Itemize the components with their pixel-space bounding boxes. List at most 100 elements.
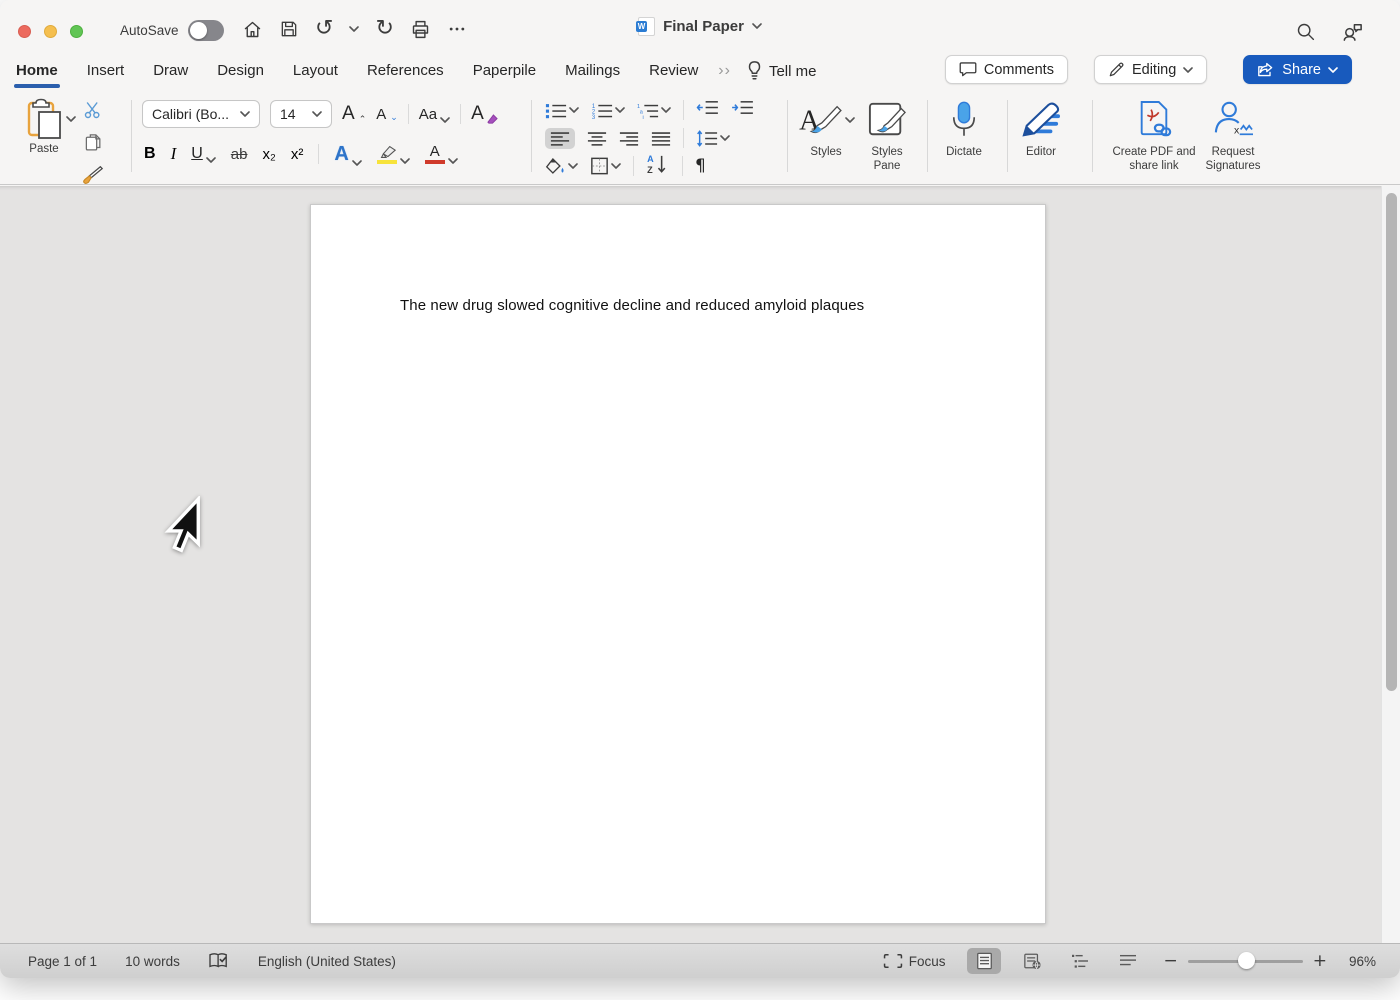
bullets-button[interactable] — [545, 102, 579, 119]
change-case-button[interactable]: Aa — [419, 106, 450, 123]
zoom-level[interactable]: 96% — [1349, 954, 1376, 969]
word-count[interactable]: 10 words — [125, 954, 180, 969]
tab-home[interactable]: Home — [16, 62, 58, 81]
decrease-indent-button[interactable] — [696, 99, 719, 121]
home-icon[interactable] — [242, 19, 263, 40]
proofing-status-icon[interactable] — [208, 952, 230, 970]
autosave-toggle[interactable] — [188, 20, 224, 41]
close-button[interactable] — [18, 25, 31, 38]
align-center-button[interactable] — [587, 131, 607, 146]
titlebar: AutoSave ↺ ↻ W Final Paper — [0, 0, 1400, 52]
multilevel-list-button[interactable]: 1ai — [637, 102, 671, 119]
outline-view-button[interactable] — [1063, 948, 1097, 974]
page-count[interactable]: Page 1 of 1 — [28, 954, 97, 969]
font-color-button[interactable]: A — [425, 144, 458, 164]
underline-dropdown-icon[interactable] — [206, 157, 216, 163]
tell-me-control[interactable]: Tell me — [747, 61, 817, 81]
presence-feedback-icon[interactable] — [1341, 20, 1364, 48]
highlight-button[interactable] — [377, 145, 410, 164]
vertical-scrollbar[interactable] — [1381, 186, 1400, 943]
numbering-button[interactable]: 123 — [591, 102, 625, 119]
comments-button[interactable]: Comments — [945, 55, 1068, 84]
dictate-button[interactable]: Dictate — [933, 99, 995, 159]
request-signatures-button[interactable]: x Request Signatures — [1190, 99, 1276, 174]
styles-button[interactable]: A Styles — [797, 99, 855, 159]
editing-mode-button[interactable]: Editing — [1094, 55, 1207, 84]
shading-button[interactable] — [545, 157, 578, 175]
document-title[interactable]: Final Paper — [663, 18, 744, 35]
copy-icon[interactable] — [84, 132, 103, 157]
tab-mailings[interactable]: Mailings — [565, 62, 620, 81]
zoom-in-button[interactable]: + — [1313, 951, 1327, 971]
line-spacing-button[interactable] — [696, 130, 730, 147]
focus-button[interactable]: Focus — [883, 953, 946, 969]
paste-icon — [24, 98, 64, 142]
zoom-control: − + 96% — [1163, 951, 1376, 971]
font-name-select[interactable]: Calibri (Bo... — [142, 100, 260, 128]
tab-paperpile[interactable]: Paperpile — [473, 62, 536, 81]
zoom-slider[interactable] — [1188, 953, 1303, 969]
title-dropdown-icon[interactable] — [752, 23, 762, 29]
web-layout-view-button[interactable] — [1015, 948, 1049, 974]
clear-formatting-button[interactable]: A — [471, 103, 498, 125]
tab-references[interactable]: References — [367, 62, 444, 81]
tab-insert[interactable]: Insert — [87, 62, 125, 81]
increase-indent-button[interactable] — [731, 99, 754, 121]
justify-button[interactable] — [651, 131, 671, 146]
underline-button[interactable]: U — [191, 145, 216, 163]
shrink-font-button[interactable]: A⌄ — [376, 106, 398, 123]
cut-icon[interactable] — [83, 100, 103, 125]
paste-label: Paste — [29, 142, 58, 156]
draft-view-button[interactable] — [1111, 948, 1145, 974]
save-icon[interactable] — [279, 19, 299, 39]
align-right-button[interactable] — [619, 131, 639, 146]
zoom-out-button[interactable]: − — [1163, 951, 1177, 971]
autosave-label: AutoSave — [120, 23, 179, 38]
language-selector[interactable]: English (United States) — [258, 954, 396, 969]
editor-button[interactable]: Editor — [1012, 99, 1070, 159]
tab-overflow-icon[interactable]: ›› — [718, 62, 731, 80]
scrollbar-thumb[interactable] — [1386, 193, 1397, 691]
svg-text:Z: Z — [647, 165, 653, 174]
highlighter-icon — [377, 145, 397, 159]
svg-text:i: i — [643, 114, 644, 118]
grow-font-button[interactable]: A⌃ — [342, 103, 366, 125]
minimize-button[interactable] — [44, 25, 57, 38]
document-body-text[interactable]: The new drug slowed cognitive decline an… — [400, 295, 960, 317]
maximize-button[interactable] — [70, 25, 83, 38]
redo-icon[interactable]: ↻ — [375, 18, 393, 40]
print-layout-view-button[interactable] — [967, 948, 1001, 974]
font-size-value: 14 — [280, 106, 296, 122]
borders-button[interactable] — [590, 157, 621, 175]
align-left-button[interactable] — [545, 128, 575, 149]
undo-dropdown-icon[interactable] — [349, 26, 359, 32]
undo-icon[interactable]: ↺ — [315, 18, 333, 40]
strikethrough-button[interactable]: ab — [231, 146, 248, 163]
font-size-select[interactable]: 14 — [270, 100, 332, 128]
tab-review[interactable]: Review — [649, 62, 698, 81]
text-effects-button[interactable]: A — [334, 143, 361, 166]
lightbulb-icon — [747, 61, 762, 81]
paste-button[interactable]: Paste — [24, 98, 64, 156]
print-icon[interactable] — [410, 19, 431, 40]
document-page[interactable]: The new drug slowed cognitive decline an… — [310, 204, 1046, 924]
subscript-button[interactable]: x₂ — [262, 146, 275, 163]
italic-button[interactable]: I — [171, 144, 177, 164]
sort-button[interactable]: AZ — [646, 154, 670, 179]
tab-design[interactable]: Design — [217, 62, 264, 81]
paragraph-group: 123 1ai — [545, 98, 780, 182]
editing-label: Editing — [1132, 62, 1176, 78]
more-commands-icon[interactable] — [447, 19, 467, 39]
zoom-slider-thumb[interactable] — [1238, 952, 1255, 969]
show-paragraph-marks-button[interactable]: ¶ — [695, 156, 706, 176]
superscript-button[interactable]: x² — [291, 146, 304, 163]
tab-draw[interactable]: Draw — [153, 62, 188, 81]
paste-dropdown-icon[interactable] — [66, 116, 76, 122]
tab-layout[interactable]: Layout — [293, 62, 338, 81]
bold-button[interactable]: B — [144, 145, 156, 163]
styles-pane-button[interactable]: Styles Pane — [858, 99, 916, 174]
search-icon[interactable] — [1295, 21, 1316, 47]
share-button[interactable]: Share — [1243, 55, 1352, 84]
focus-icon — [884, 955, 901, 967]
styles-label: Styles — [810, 145, 841, 159]
